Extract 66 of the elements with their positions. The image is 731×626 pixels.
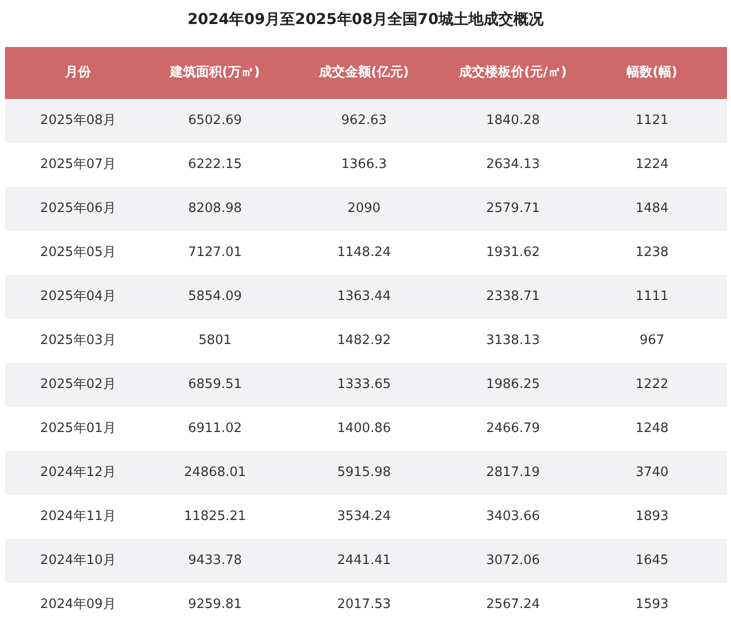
table-cell: 2025年04月 bbox=[5, 275, 151, 319]
table-cell: 5801 bbox=[151, 319, 279, 363]
table-cell: 3072.06 bbox=[449, 539, 577, 583]
table-cell: 962.63 bbox=[279, 99, 449, 143]
table-cell: 2466.79 bbox=[449, 407, 577, 451]
table-cell: 1248 bbox=[577, 407, 727, 451]
column-header: 建筑面积(万㎡) bbox=[151, 47, 279, 99]
table-cell: 1986.25 bbox=[449, 363, 577, 407]
table-cell: 2090 bbox=[279, 187, 449, 231]
table-cell: 2567.24 bbox=[449, 583, 577, 626]
table-cell: 1893 bbox=[577, 495, 727, 539]
table-cell: 2025年01月 bbox=[5, 407, 151, 451]
table-cell: 2579.71 bbox=[449, 187, 577, 231]
table-cell: 1400.86 bbox=[279, 407, 449, 451]
table-cell: 7127.01 bbox=[151, 231, 279, 275]
table-cell: 2017.53 bbox=[279, 583, 449, 626]
table-cell: 2024年09月 bbox=[5, 583, 151, 626]
table-cell: 2025年05月 bbox=[5, 231, 151, 275]
column-header: 月份 bbox=[5, 47, 151, 99]
table-cell: 6911.02 bbox=[151, 407, 279, 451]
table-cell: 3403.66 bbox=[449, 495, 577, 539]
table-cell: 2025年02月 bbox=[5, 363, 151, 407]
table-cell: 2025年07月 bbox=[5, 143, 151, 187]
table-cell: 9259.81 bbox=[151, 583, 279, 626]
table-cell: 1366.3 bbox=[279, 143, 449, 187]
table-cell: 1840.28 bbox=[449, 99, 577, 143]
table-cell: 1222 bbox=[577, 363, 727, 407]
table-cell: 1931.62 bbox=[449, 231, 577, 275]
table-cell: 1238 bbox=[577, 231, 727, 275]
table-cell: 6222.15 bbox=[151, 143, 279, 187]
table-cell: 2634.13 bbox=[449, 143, 577, 187]
table-cell: 5854.09 bbox=[151, 275, 279, 319]
table-cell: 1111 bbox=[577, 275, 727, 319]
column-header: 成交楼板价(元/㎡) bbox=[449, 47, 577, 99]
table-cell: 1363.44 bbox=[279, 275, 449, 319]
table-cell: 2024年12月 bbox=[5, 451, 151, 495]
table-cell: 2025年03月 bbox=[5, 319, 151, 363]
column-header: 幅数(幅) bbox=[577, 47, 727, 99]
table-cell: 6502.69 bbox=[151, 99, 279, 143]
table-cell: 3138.13 bbox=[449, 319, 577, 363]
table-cell: 9433.78 bbox=[151, 539, 279, 583]
table-cell: 3740 bbox=[577, 451, 727, 495]
table-cell: 2024年11月 bbox=[5, 495, 151, 539]
table-cell: 5915.98 bbox=[279, 451, 449, 495]
table-cell: 2338.71 bbox=[449, 275, 577, 319]
table-cell: 1593 bbox=[577, 583, 727, 626]
table-cell: 1484 bbox=[577, 187, 727, 231]
table-cell: 1121 bbox=[577, 99, 727, 143]
table-cell: 2817.19 bbox=[449, 451, 577, 495]
table-cell: 24868.01 bbox=[151, 451, 279, 495]
table-cell: 11825.21 bbox=[151, 495, 279, 539]
table-cell: 2024年10月 bbox=[5, 539, 151, 583]
table-cell: 1482.92 bbox=[279, 319, 449, 363]
table-cell: 1645 bbox=[577, 539, 727, 583]
table-cell: 8208.98 bbox=[151, 187, 279, 231]
column-header: 成交金额(亿元) bbox=[279, 47, 449, 99]
table-cell: 967 bbox=[577, 319, 727, 363]
table-title: 2024年09月至2025年08月全国70城土地成交概况 bbox=[186, 9, 545, 30]
table-cell: 2025年08月 bbox=[5, 99, 151, 143]
table-cell: 6859.51 bbox=[151, 363, 279, 407]
table-cell: 2025年06月 bbox=[5, 187, 151, 231]
table-cell: 3534.24 bbox=[279, 495, 449, 539]
table-cell: 1224 bbox=[577, 143, 727, 187]
table-cell: 1333.65 bbox=[279, 363, 449, 407]
table-cell: 1148.24 bbox=[279, 231, 449, 275]
table-cell: 2441.41 bbox=[279, 539, 449, 583]
